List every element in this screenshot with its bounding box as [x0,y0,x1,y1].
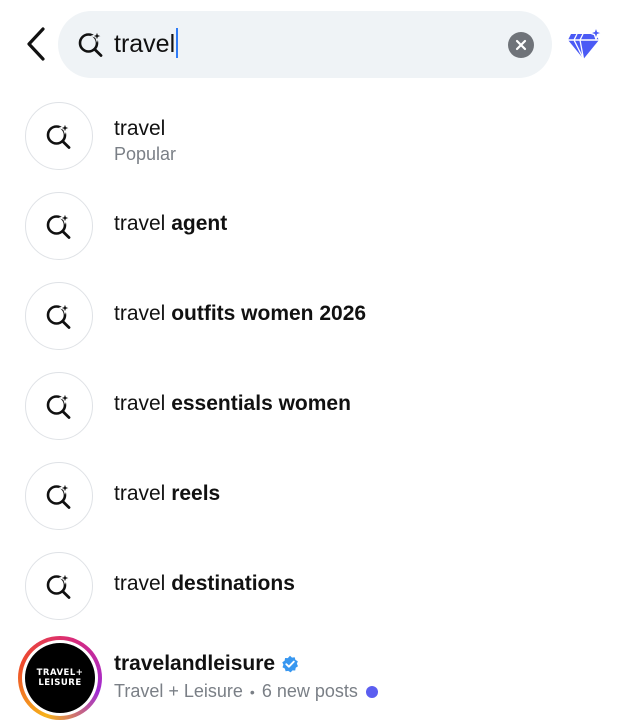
search-sparkle-icon [46,571,72,599]
account-result[interactable]: TRAVEL+ LEISURE travelandleisure Travel … [0,628,620,722]
search-sparkle-icon [46,211,72,239]
search-sparkle-icon [78,29,104,57]
new-post-dot-icon [365,685,378,698]
suggestion-icon-circle [25,102,93,170]
suggestion-item[interactable]: travel essentials women [0,360,620,450]
suggestion-item[interactable]: travel destinations [0,540,620,630]
ai-sparkle-icon [568,24,605,60]
search-sparkle-icon [46,481,72,509]
suggestion-item[interactable]: travel agent [0,180,620,270]
suggestion-icon-circle [25,462,93,530]
avatar: TRAVEL+ LEISURE [25,643,95,713]
suggestion-item[interactable]: travel Popular [0,90,620,180]
suggestion-item[interactable]: travel outfits women 2026 [0,270,620,360]
suggestion-label: travel outfits women 2026 [114,302,367,325]
suggestion-label: travel [114,117,166,140]
suggestion-icon-circle [25,282,93,350]
suggestion-label: travel reels [114,482,221,505]
separator-dot: • [249,683,255,700]
suggestion-label: travel essentials women [114,392,351,415]
suggestion-icon-circle [25,552,93,620]
search-header: travel [0,0,620,90]
search-sparkle-icon [46,301,72,329]
text-caret [176,28,179,58]
search-sparkle-icon [46,391,72,419]
account-username: travelandleisure [114,652,299,676]
account-display-name: Travel + Leisure [114,681,243,701]
search-sparkle-icon [46,121,72,149]
search-query-text: travel [114,27,179,61]
avatar-logo-line2: LEISURE [38,678,82,688]
story-ring: TRAVEL+ LEISURE [18,636,102,720]
clear-search-button[interactable] [508,32,534,58]
clear-x-icon [515,39,527,51]
new-posts-count: 6 new posts [261,681,358,701]
chevron-left-icon [27,27,45,61]
suggestion-icon-circle [25,372,93,440]
verified-badge-icon [282,655,299,673]
suggestion-icon-circle [25,192,93,260]
back-button[interactable] [18,24,54,64]
suggestion-label: travel destinations [114,572,295,595]
suggestion-subtitle: Popular [114,144,177,164]
ai-search-button[interactable] [566,24,606,64]
suggestion-label: travel agent [114,212,228,235]
suggestion-item[interactable]: travel reels [0,450,620,540]
account-subtitle: Travel + Leisure • 6 new posts [114,681,378,702]
search-input[interactable]: travel [58,11,552,78]
avatar-logo-line1: TRAVEL+ [36,668,84,678]
